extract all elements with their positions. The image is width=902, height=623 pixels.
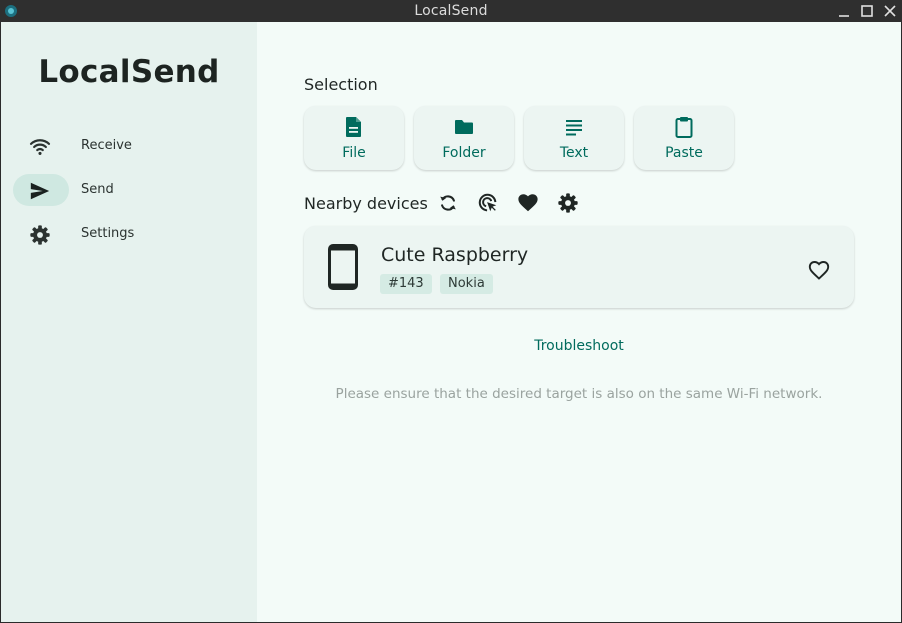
troubleshoot-link[interactable]: Troubleshoot — [304, 338, 854, 354]
sidebar: LocalSend Receive Send Settings — [1, 22, 257, 622]
sidebar-item-settings[interactable]: Settings — [13, 218, 245, 250]
network-hint: Please ensure that the desired target is… — [335, 386, 823, 402]
device-name: Cute Raspberry — [381, 244, 529, 266]
gear-icon — [30, 225, 50, 245]
main-content: Selection File Folder Text Paste Nearby … — [257, 22, 901, 622]
title-bar: LocalSend — [0, 0, 902, 22]
app-window: LocalSend Receive Send Settings Selectio… — [1, 22, 901, 622]
device-card[interactable]: Cute Raspberry #143 Nokia — [304, 226, 854, 308]
folder-button[interactable]: Folder — [414, 106, 514, 170]
text-icon — [566, 120, 582, 136]
window-title: LocalSend — [414, 3, 488, 19]
sidebar-item-label: Receive — [81, 138, 132, 153]
file-button-label: File — [342, 145, 366, 161]
minimize-icon[interactable] — [836, 3, 852, 19]
refresh-icon[interactable] — [437, 192, 459, 214]
app-logo: LocalSend — [38, 54, 220, 90]
phone-icon — [328, 244, 358, 290]
sidebar-item-send[interactable]: Send — [13, 174, 245, 206]
clipboard-icon — [675, 117, 693, 138]
device-id-badge: #143 — [380, 274, 432, 294]
gear-icon[interactable] — [557, 192, 579, 214]
sidebar-item-label: Send — [81, 182, 114, 197]
sidebar-item-label: Settings — [81, 226, 135, 241]
maximize-icon[interactable] — [859, 3, 875, 19]
target-icon[interactable] — [477, 192, 499, 214]
selection-title: Selection — [304, 75, 378, 94]
device-model-badge: Nokia — [440, 274, 493, 294]
text-button-label: Text — [559, 145, 589, 161]
nearby-devices-title: Nearby devices — [304, 194, 428, 213]
wifi-icon — [29, 139, 51, 155]
close-icon[interactable] — [882, 3, 898, 19]
file-button[interactable]: File — [304, 106, 404, 170]
sidebar-item-receive[interactable]: Receive — [13, 130, 245, 162]
text-button[interactable]: Text — [524, 106, 624, 170]
file-icon — [346, 117, 361, 137]
paste-button-label: Paste — [665, 145, 703, 161]
paste-button[interactable]: Paste — [634, 106, 734, 170]
heart-outline-icon[interactable] — [807, 259, 831, 281]
heart-icon[interactable] — [517, 192, 539, 214]
send-icon — [30, 182, 50, 200]
folder-icon — [455, 120, 473, 134]
folder-button-label: Folder — [442, 145, 486, 161]
